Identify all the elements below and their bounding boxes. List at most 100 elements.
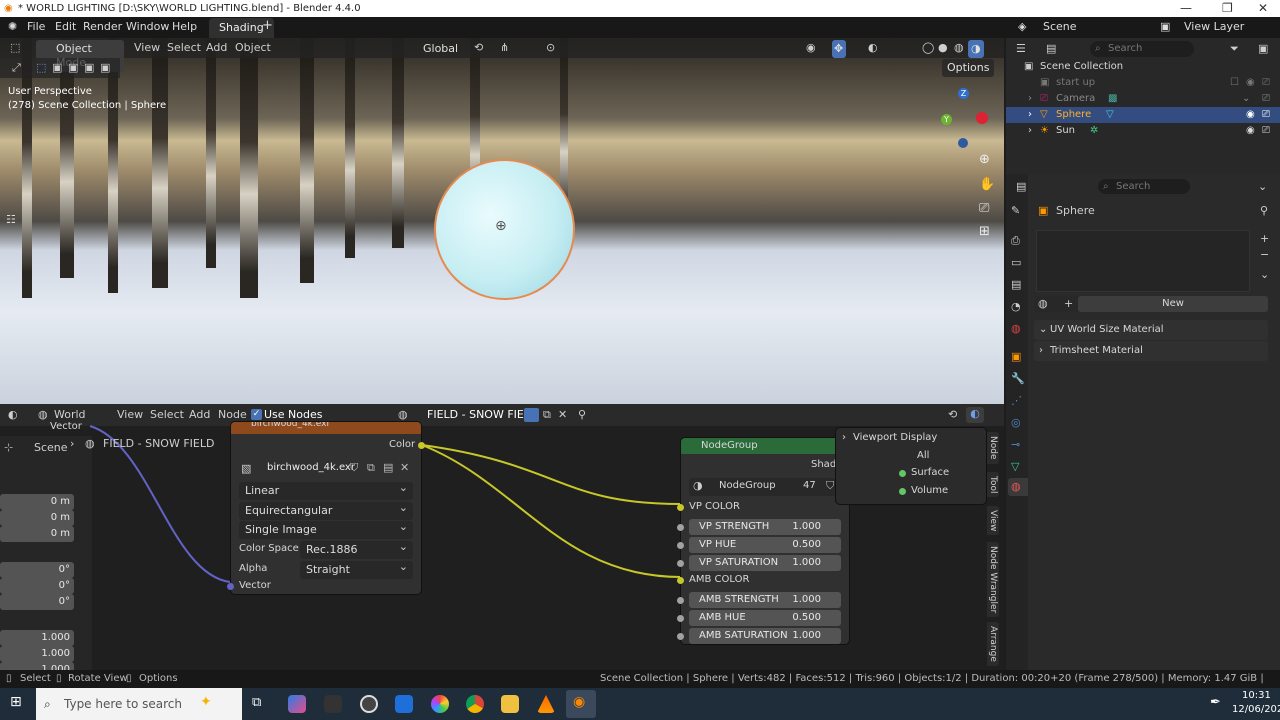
new-material-button[interactable]: New [1078,296,1268,312]
sidebar-tab-view[interactable]: View [987,506,999,536]
location-y-field[interactable]: 0 m [0,510,74,526]
editor-type-icon[interactable]: ⬚ [10,41,20,55]
breadcrumb-scene[interactable]: Scene [34,441,68,455]
vp-hue-socket[interactable] [677,542,684,549]
select-intersect-icon[interactable]: ▣ [100,61,110,75]
new-material-plus-icon[interactable]: + [1064,297,1073,311]
sidebar-tab-tool[interactable]: Tool [987,472,999,498]
output-target-all[interactable]: All [917,450,929,461]
viewport-menu-object[interactable]: Object [235,41,271,55]
3d-viewport[interactable]: ⊕ ⬚ Object Mode View Select Add Object G… [0,38,1004,404]
material-slot-list[interactable] [1036,230,1250,292]
chrome-icon[interactable] [466,695,484,713]
viewport-display-header[interactable]: Viewport Display [853,432,937,443]
scene-selector[interactable]: Scene [1043,20,1077,33]
outliner-row-start-up[interactable]: ▣ start up ☐ ◉ ⎚ [1006,75,1280,91]
color-space-dropdown[interactable]: Rec.1886 [300,540,413,559]
overlays-icon[interactable]: ◐ [868,41,878,55]
node-group-datablock[interactable]: ◑ NodeGroup 47 ⛉ [689,478,841,496]
amb-saturation-field[interactable]: AMB SATURATION 1.000 [689,628,841,644]
source-dropdown[interactable]: Single Image [239,520,413,539]
hide-eye-icon[interactable]: ⌄ [1242,91,1250,107]
duplicate-image-icon[interactable]: ⧉ [367,461,375,475]
blender-menu-icon[interactable]: ✺ [8,20,17,33]
constraints-tab-icon[interactable]: ⊸ [1011,438,1020,452]
world-output-node[interactable]: › Viewport Display All Surface Volume [836,428,986,504]
vp-color-socket[interactable] [677,504,684,511]
outliner-row-sun[interactable]: › ☀ Sun ✲ ◉ ⎚ [1006,123,1280,139]
proportional-edit-icon[interactable]: ⊙ [546,41,555,55]
rendered-shading-icon[interactable]: ◑ [968,40,984,58]
image-browse-icon[interactable]: ▧ [241,462,251,475]
gizmo-toggle-icon[interactable]: ✥ [832,40,846,58]
vp-hue-field[interactable]: VP HUE 0.500 [689,537,841,553]
visibility-icon[interactable]: ◉ [806,41,816,55]
render-tab-icon[interactable]: ⎙ [1011,234,1020,248]
sidebar-toggle-icon[interactable]: ☷ [6,213,16,226]
camera-view-icon[interactable]: ⎚ [979,201,989,216]
fake-user-shield-icon[interactable]: ⛉ [826,479,834,493]
task-view-icon[interactable]: ⧉ [252,695,270,713]
pen-icon[interactable]: ✒ [1210,695,1221,710]
sidebar-tab-arrange[interactable]: Arrange [987,622,999,666]
amb-strength-field[interactable]: AMB STRENGTH 1.000 [689,592,841,608]
solid-shading-icon[interactable]: ● [938,41,948,55]
perspective-toggle-icon[interactable]: ⊞ [979,224,990,239]
amb-color-socket[interactable] [677,577,684,584]
node-group[interactable]: NodeGroup Shader ◑ NodeGroup 47 ⛉ VP COL… [677,438,853,644]
output-tab-icon[interactable]: ▭ [1011,256,1021,270]
scale-y-field[interactable]: 1.000 [0,646,74,662]
render-camera-icon[interactable]: ⎚ [1262,123,1270,139]
alpha-dropdown[interactable]: Straight [300,560,413,579]
panel-trimsheet-material[interactable]: › Trimsheet Material [1034,341,1268,361]
image-name-field[interactable]: birchwood_4k.exr [267,462,355,473]
amb-hue-socket[interactable] [677,615,684,622]
add-workspace-icon[interactable]: + [262,18,273,33]
outliner-row-sphere[interactable]: › ▽ Sphere ▽ ◉ ⎚ [1006,107,1280,123]
viewport-menu-select[interactable]: Select [167,41,201,55]
menu-window[interactable]: Window [126,20,169,33]
obs-icon[interactable] [360,695,378,713]
open-image-icon[interactable]: ▤ [383,461,393,474]
node-group-header[interactable]: NodeGroup [681,438,849,454]
viewport-menu-view[interactable]: View [134,41,160,55]
amb-saturation-socket[interactable] [677,633,684,640]
rotation-x-field[interactable]: 0° [0,562,74,578]
viewport-menu-add[interactable]: Add [206,41,227,55]
outliner-search[interactable]: ⌕ Search [1090,41,1194,57]
properties-options-chevron-icon[interactable]: ⌄ [1258,180,1267,194]
display-mode-icon[interactable]: ▤ [1046,42,1056,56]
select-box-icon[interactable]: ⬚ [36,61,46,75]
volume-input-socket[interactable] [899,488,906,495]
panel-uv-world-size-material[interactable]: ⌄ UV World Size Material [1034,320,1268,340]
rotation-z-field[interactable]: 0° [0,594,74,610]
vp-saturation-socket[interactable] [677,560,684,567]
menu-help[interactable]: Help [172,20,197,33]
pin-icon[interactable]: ⚲ [1260,204,1268,218]
hide-eye-icon[interactable]: ◉ [1246,107,1255,123]
clock-time[interactable]: 10:31 [1242,690,1271,701]
wireframe-shading-icon[interactable]: ◯ [922,41,934,55]
location-z-field[interactable]: 0 m [0,526,74,542]
unlink-image-icon[interactable]: ✕ [400,461,409,474]
outliner-row-camera[interactable]: › ⎚ Camera ▩ ⌄ ⎚ [1006,91,1280,107]
amb-strength-socket[interactable] [677,597,684,604]
gizmo-y-axis[interactable]: Y [941,114,952,125]
minimize-icon[interactable]: — [1180,0,1192,17]
menu-file[interactable]: File [27,20,45,33]
davinci-icon[interactable] [431,695,449,713]
amb-hue-field[interactable]: AMB HUE 0.500 [689,610,841,626]
snap-icon[interactable]: ⋔ [500,41,509,55]
view-layer-tab-icon[interactable]: ▤ [1011,278,1021,292]
world-tab-icon[interactable]: ◍ [1011,322,1021,336]
tool-cursor-icon[interactable]: ⤢ [12,61,21,75]
store-icon[interactable] [395,695,413,713]
material-tab-icon[interactable]: ◍ [1011,480,1021,494]
shader-node-editor[interactable]: ◐ ◍ World View Select Add Node ✓ Use Nod… [0,404,1004,678]
fake-user-shield-icon[interactable]: ⛉ [350,461,358,475]
projection-dropdown[interactable]: Equirectangular [239,501,413,520]
new-collection-icon[interactable]: ▣ [1258,42,1268,56]
image-texture-node[interactable]: birchwood_4k.exr Color ▧ birchwood_4k.ex… [227,422,425,594]
expand-arrow-icon[interactable]: › [1028,91,1032,107]
close-icon[interactable]: ✕ [1258,0,1268,17]
